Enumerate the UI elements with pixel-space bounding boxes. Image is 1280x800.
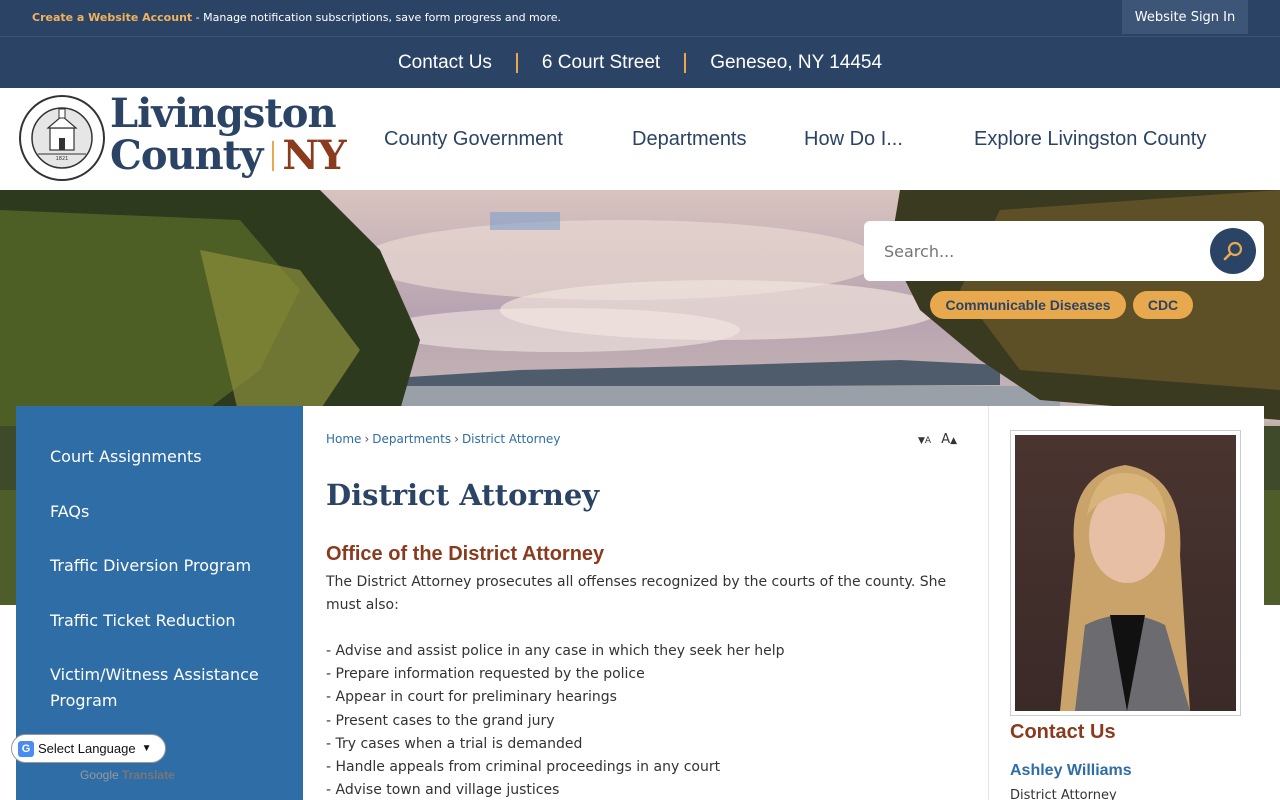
city-address[interactable]: Geneseo, NY 14454 xyxy=(686,52,906,74)
sidebar-item-traffic-ticket-reduction[interactable]: Traffic Ticket Reduction xyxy=(50,608,236,634)
increase-text-button[interactable]: A▲ xyxy=(941,432,957,447)
breadcrumb: Home › Departments › District Attorney xyxy=(326,432,561,446)
quick-link-communicable-diseases[interactable]: Communicable Diseases xyxy=(930,291,1126,319)
language-select[interactable]: G Select Language ▼ xyxy=(11,734,166,763)
breadcrumb-home[interactable]: Home xyxy=(326,432,361,446)
account-bar: Create a Website Account - Manage notifi… xyxy=(0,0,1280,36)
search-input[interactable] xyxy=(864,221,1204,281)
sidebar-item-victim-witness[interactable]: Victim/Witness Assistance Program xyxy=(50,662,270,714)
sign-in-button[interactable]: Website Sign In xyxy=(1122,0,1248,34)
chevron-down-icon: ▼ xyxy=(141,743,152,754)
create-account-desc: - Manage notification subscriptions, sav… xyxy=(192,11,562,24)
section-heading: Office of the District Attorney xyxy=(326,543,605,565)
decrease-text-button[interactable]: ▼A xyxy=(918,432,931,447)
google-translate-icon: G xyxy=(18,740,34,757)
nav-county-government[interactable]: County Government xyxy=(384,128,563,151)
duty-item: - Advise town and village justices xyxy=(326,782,560,798)
county-wordmark[interactable]: Livingston County NY xyxy=(110,90,347,179)
account-notice: Create a Website Account - Manage notifi… xyxy=(32,11,561,24)
sidebar-item-traffic-diversion[interactable]: Traffic Diversion Program xyxy=(50,553,251,579)
text-resize-controls: ▼A A▲ xyxy=(918,432,957,447)
translate-label: Translate xyxy=(122,768,175,782)
contact-us-link[interactable]: Contact Us xyxy=(374,52,516,74)
street-address[interactable]: 6 Court Street xyxy=(518,52,684,74)
duty-item: - Handle appeals from criminal proceedin… xyxy=(326,759,721,775)
search-icon xyxy=(1223,241,1243,261)
contact-name-link[interactable]: Ashley Williams xyxy=(1010,762,1132,780)
sidebar-item-court-assignments[interactable]: Court Assignments xyxy=(50,444,202,470)
breadcrumb-district-attorney[interactable]: District Attorney xyxy=(462,432,560,446)
district-attorney-portrait xyxy=(1010,430,1241,716)
sidebar-item-faqs[interactable]: FAQs xyxy=(50,499,89,525)
wordmark-line2: County NY xyxy=(110,132,347,179)
contact-bar: Contact Us 6 Court Street Geneseo, NY 14… xyxy=(0,36,1280,88)
duty-item: - Present cases to the grand jury xyxy=(326,713,555,729)
nav-how-do-i[interactable]: How Do I... xyxy=(804,128,903,151)
powered-by-google-translate[interactable]: Google Translate xyxy=(80,768,175,782)
breadcrumb-departments[interactable]: Departments xyxy=(372,432,451,446)
wordmark-line1: Livingston xyxy=(110,90,337,137)
nav-explore-livingston[interactable]: Explore Livingston County xyxy=(974,128,1206,151)
person-photo-icon xyxy=(1060,465,1190,711)
svg-text:1821: 1821 xyxy=(56,156,69,162)
contact-heading: Contact Us xyxy=(1010,721,1116,743)
portrait-photo xyxy=(1015,435,1236,711)
duty-item: - Prepare information requested by the p… xyxy=(326,666,645,682)
intro-paragraph: The District Attorney prosecutes all off… xyxy=(326,574,947,613)
nav-departments[interactable]: Departments xyxy=(632,128,747,151)
site-header: 1821 Livingston County NY County Governme… xyxy=(0,88,1280,190)
page-title: District Attorney xyxy=(326,478,600,512)
create-account-link[interactable]: Create a Website Account xyxy=(32,11,192,24)
duty-item: - Appear in court for preliminary hearin… xyxy=(326,689,617,705)
contact-role: District Attorney xyxy=(1010,788,1117,800)
google-label: Google xyxy=(80,768,119,782)
duty-item: - Try cases when a trial is demanded xyxy=(326,736,583,752)
county-seal-logo[interactable]: 1821 xyxy=(18,94,106,182)
search-button[interactable] xyxy=(1210,228,1256,274)
language-select-label: Select Language xyxy=(38,741,136,756)
duty-item: - Advise and assist police in any case i… xyxy=(326,643,785,659)
site-search xyxy=(864,221,1264,281)
quick-link-cdc[interactable]: CDC xyxy=(1133,291,1193,319)
